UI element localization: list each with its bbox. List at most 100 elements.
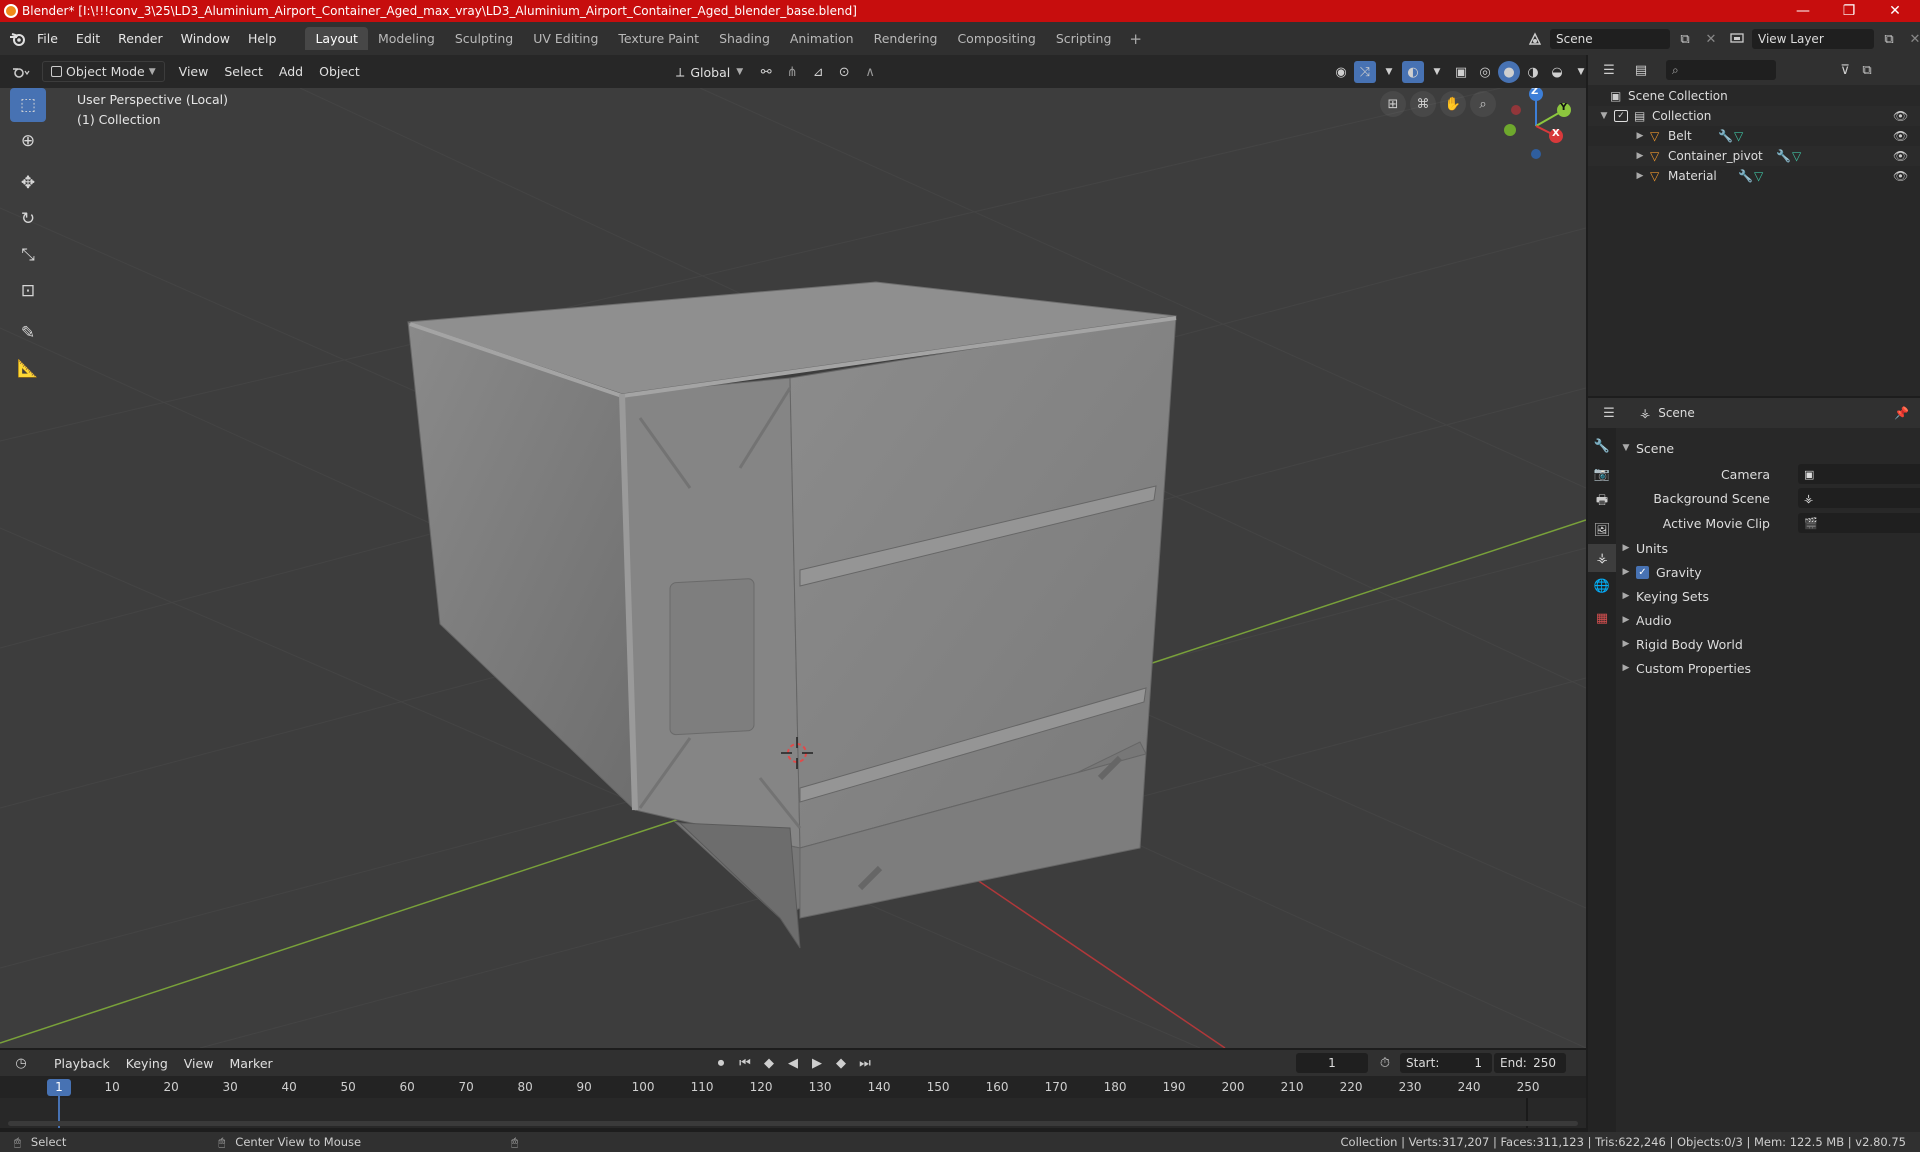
- play-icon[interactable]: ▶: [806, 1052, 828, 1074]
- wireframe-shading-icon[interactable]: ◎: [1474, 61, 1496, 83]
- eye-icon[interactable]: 👁: [1893, 129, 1908, 143]
- tab-scripting[interactable]: Scripting: [1046, 27, 1122, 50]
- tab-texture-paint[interactable]: Texture Paint: [608, 27, 709, 50]
- timeline-scrollbar[interactable]: [8, 1121, 1578, 1126]
- outliner-search-input[interactable]: ⌕: [1666, 60, 1776, 80]
- jump-end-icon[interactable]: ⏭: [854, 1052, 876, 1074]
- tab-modeling[interactable]: Modeling: [368, 27, 445, 50]
- stopwatch-icon[interactable]: ⏱: [1374, 1052, 1396, 1074]
- visibility-filter-icon[interactable]: ◉: [1330, 61, 1352, 83]
- timeline-editor-icon[interactable]: ◷: [10, 1052, 32, 1074]
- view-layer-field[interactable]: View Layer: [1752, 29, 1874, 49]
- outliner-row-scene-collection[interactable]: ▣ Scene Collection: [1588, 86, 1920, 106]
- record-icon[interactable]: ⏺: [710, 1052, 732, 1074]
- rendered-shading-icon[interactable]: ◒: [1546, 61, 1568, 83]
- texture-tab-icon[interactable]: ▦: [1588, 604, 1616, 632]
- next-keyframe-icon[interactable]: ◆: [830, 1052, 852, 1074]
- expand-arrow-icon[interactable]: ▶: [1630, 151, 1650, 161]
- tab-sculpting[interactable]: Sculpting: [445, 27, 523, 50]
- menu-window[interactable]: Window: [172, 31, 239, 46]
- menu-edit[interactable]: Edit: [67, 31, 109, 46]
- filter-icon[interactable]: ⊽: [1834, 59, 1856, 81]
- keying-sets-panel[interactable]: ▶ Keying Sets: [1616, 584, 1920, 608]
- menu-keying[interactable]: Keying: [118, 1054, 176, 1073]
- blender-menu-icon[interactable]: [6, 28, 28, 50]
- menu-marker[interactable]: Marker: [221, 1054, 280, 1073]
- jump-start-icon[interactable]: ⏮: [734, 1052, 756, 1074]
- menu-select[interactable]: Select: [216, 62, 271, 81]
- camera-view-icon[interactable]: ⌘: [1410, 91, 1436, 117]
- gizmo-toggle-icon[interactable]: ⤨: [1354, 61, 1376, 83]
- gizmo-dropdown-icon[interactable]: ▼: [1378, 61, 1400, 83]
- playhead-frame-marker[interactable]: 1: [47, 1079, 71, 1096]
- view-layer-icon[interactable]: [1726, 28, 1748, 50]
- navigation-gizmo[interactable]: [1500, 88, 1576, 164]
- pin-icon[interactable]: 📌: [1894, 406, 1909, 420]
- eye-icon[interactable]: 👁: [1893, 149, 1908, 163]
- snap-target-icon[interactable]: ⊿: [807, 61, 829, 83]
- menu-view[interactable]: View: [171, 62, 217, 81]
- 3d-viewport[interactable]: User Perspective (Local) (1) Collection …: [0, 88, 1586, 1048]
- maximize-button[interactable]: ❐: [1826, 0, 1872, 22]
- new-scene-icon[interactable]: ⧉: [1674, 28, 1696, 50]
- move-tool-icon[interactable]: ✥: [10, 166, 46, 200]
- menu-add[interactable]: Add: [271, 62, 311, 81]
- display-mode-icon[interactable]: ▤: [1630, 59, 1652, 81]
- tab-rendering[interactable]: Rendering: [864, 27, 948, 50]
- solid-shading-icon[interactable]: ●: [1498, 61, 1520, 83]
- zoom-view-icon[interactable]: ⌕: [1470, 91, 1496, 117]
- minimize-button[interactable]: —: [1780, 0, 1826, 22]
- toggle-camera-view-icon[interactable]: ⊞: [1380, 91, 1406, 117]
- rigid-body-world-panel[interactable]: ▶ Rigid Body World: [1616, 632, 1920, 656]
- outliner-editor-icon[interactable]: ☰: [1598, 59, 1620, 81]
- container-model[interactable]: [407, 281, 1177, 949]
- new-view-layer-icon[interactable]: ⧉: [1878, 28, 1900, 50]
- eye-icon[interactable]: 👁: [1893, 109, 1908, 123]
- proportional-edit-icon[interactable]: ⊙: [833, 61, 855, 83]
- rotate-tool-icon[interactable]: ↻: [10, 202, 46, 236]
- world-tab-icon[interactable]: 🌐: [1588, 572, 1616, 600]
- output-tab-icon[interactable]: 🖶: [1588, 488, 1616, 516]
- pivot-point-icon[interactable]: ⚯: [755, 61, 777, 83]
- delete-scene-icon[interactable]: ✕: [1700, 28, 1722, 50]
- menu-render[interactable]: Render: [109, 31, 172, 46]
- audio-panel[interactable]: ▶ Audio: [1616, 608, 1920, 632]
- tool-tab-icon[interactable]: 🔧: [1588, 432, 1616, 460]
- units-panel[interactable]: ▶ Units: [1616, 536, 1920, 560]
- gravity-panel[interactable]: ▶ ✓ Gravity: [1616, 560, 1920, 584]
- overlay-toggle-icon[interactable]: ◐: [1402, 61, 1424, 83]
- falloff-icon[interactable]: ∧: [859, 61, 881, 83]
- overlay-dropdown-icon[interactable]: ▼: [1426, 61, 1448, 83]
- pan-view-icon[interactable]: ✋: [1440, 91, 1466, 117]
- expand-arrow-icon[interactable]: ▶: [1630, 131, 1650, 141]
- outliner-row-material[interactable]: ▶ ▽ Material 🔧 ▽ 👁: [1588, 166, 1920, 186]
- add-workspace-button[interactable]: +: [1121, 28, 1150, 50]
- menu-file[interactable]: File: [28, 31, 67, 46]
- outliner-row-collection[interactable]: ▼ ✓ ▤ Collection 👁: [1588, 106, 1920, 126]
- tab-animation[interactable]: Animation: [780, 27, 864, 50]
- transform-tool-icon[interactable]: ⊡: [10, 274, 46, 308]
- snap-icon[interactable]: ⋔: [781, 61, 803, 83]
- editor-type-icon[interactable]: [10, 61, 32, 83]
- checkbox-icon[interactable]: ✓: [1614, 110, 1628, 122]
- camera-field[interactable]: ▣ ✒: [1798, 464, 1920, 484]
- mode-dropdown[interactable]: Object Mode ▼: [42, 61, 165, 82]
- tab-layout[interactable]: Layout: [305, 27, 368, 50]
- gravity-checkbox[interactable]: ✓: [1636, 565, 1649, 579]
- outliner-row-container-pivot[interactable]: ▶ ▽ Container_pivot 🔧 ▽ 👁: [1588, 146, 1920, 166]
- tab-shading[interactable]: Shading: [709, 27, 780, 50]
- delete-view-layer-icon[interactable]: ✕: [1904, 28, 1920, 50]
- prev-keyframe-icon[interactable]: ◆: [758, 1052, 780, 1074]
- new-collection-icon[interactable]: ⧉: [1856, 59, 1878, 81]
- menu-help[interactable]: Help: [239, 31, 286, 46]
- close-button[interactable]: ✕: [1872, 0, 1918, 22]
- expand-arrow-icon[interactable]: ▶: [1630, 171, 1650, 181]
- scene-name-field[interactable]: Scene: [1550, 29, 1670, 49]
- menu-object[interactable]: Object: [311, 62, 368, 81]
- scale-tool-icon[interactable]: ⤡: [10, 238, 46, 272]
- render-tab-icon[interactable]: 📷: [1588, 460, 1616, 488]
- annotate-tool-icon[interactable]: ✎: [10, 316, 46, 350]
- select-box-tool-icon[interactable]: ⬚: [10, 88, 46, 122]
- timeline-area[interactable]: 10 20 30 40 50 60 70 80 90 100 110 120 130 140 150 160 1…: [0, 1076, 1586, 1128]
- end-frame-field[interactable]: End: 250: [1494, 1053, 1566, 1073]
